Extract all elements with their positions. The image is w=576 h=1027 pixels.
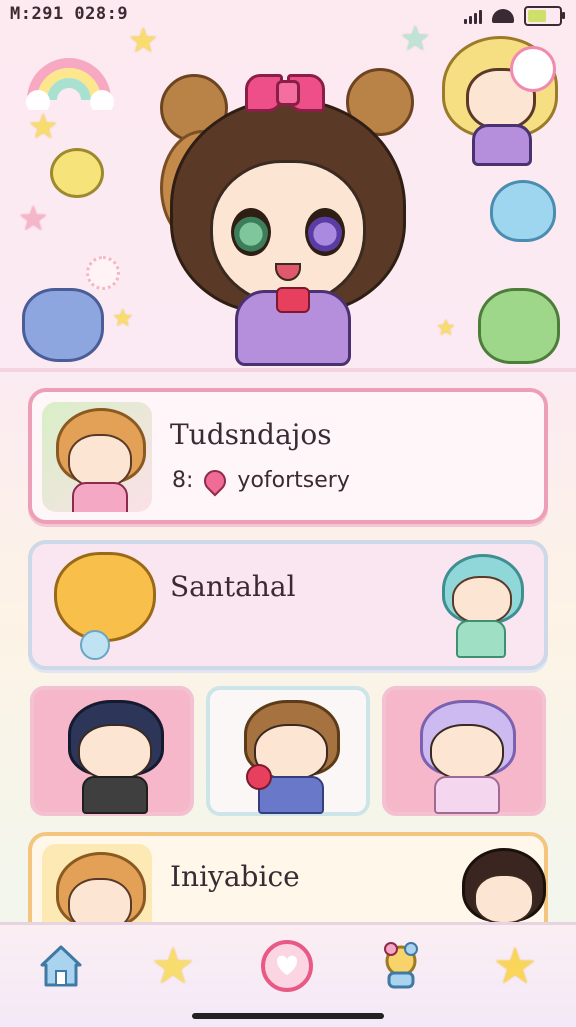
heart-play-icon	[261, 940, 313, 992]
favorite-star-icon: ★	[492, 937, 538, 995]
signal-icon	[464, 8, 482, 24]
battery-icon	[524, 6, 565, 26]
star-icon: ★	[400, 19, 431, 59]
avatar	[42, 402, 152, 512]
green-creature-sticker	[478, 288, 560, 364]
cat-avatar-icon	[54, 552, 156, 642]
nav-center-button[interactable]	[260, 939, 314, 993]
chick-sticker-icon	[50, 148, 104, 198]
nav-character-button[interactable]	[374, 939, 428, 993]
bow-icon	[245, 68, 325, 114]
cat-tail-icon	[80, 630, 110, 660]
nav-home-button[interactable]	[34, 939, 88, 993]
character-tile-brown-hair[interactable]	[206, 686, 370, 816]
status-icons	[464, 6, 565, 26]
card-title: Tudsndajos	[170, 418, 332, 451]
wifi-icon	[492, 9, 514, 23]
hero-character	[150, 68, 420, 370]
status-bar: M:291 028:9	[0, 0, 576, 30]
character-tile-lavender-hair[interactable]	[382, 686, 546, 816]
card-title: Santahal	[170, 570, 296, 603]
cat-sticker-icon	[22, 288, 104, 362]
card-subtitle-prefix: 8:	[172, 468, 194, 493]
star-icon: ★	[112, 304, 134, 332]
card-title: Iniyabice	[170, 860, 300, 893]
character-icon	[384, 942, 418, 989]
flower-icon	[86, 256, 120, 290]
character-card[interactable]: Santahal	[28, 540, 548, 670]
bottom-nav: ★ ★	[0, 922, 576, 1027]
blonde-character-sticker	[436, 32, 558, 166]
star-icon: ★	[18, 199, 49, 239]
star-icon: ★	[128, 21, 159, 61]
status-time: M:291 028:9	[10, 4, 129, 24]
teal-character-avatar	[434, 554, 524, 664]
card-subtitle-row: 8: yofortsery	[172, 465, 350, 497]
star-icon: ★	[28, 107, 59, 147]
nav-favorite-button[interactable]: ★	[488, 939, 542, 993]
rainbow-icon	[24, 40, 114, 114]
bird-sticker-icon	[490, 180, 556, 242]
nav-star-button[interactable]: ★	[146, 939, 200, 993]
hero-banner: ★ ★ ★ ★ ★ ★	[0, 22, 576, 370]
section-divider	[0, 368, 576, 372]
star-icon: ★	[150, 937, 196, 995]
character-card[interactable]: Tudsndajos 8: yofortsery	[28, 388, 548, 524]
battery-fill	[528, 10, 547, 22]
lollipop-icon	[246, 764, 272, 790]
home-indicator	[192, 1013, 384, 1019]
location-pin-icon	[199, 465, 231, 497]
star-icon: ★	[436, 316, 456, 341]
card-subtitle: yofortsery	[237, 468, 350, 493]
character-tile-dark-hair[interactable]	[30, 686, 194, 816]
home-icon	[40, 945, 82, 987]
